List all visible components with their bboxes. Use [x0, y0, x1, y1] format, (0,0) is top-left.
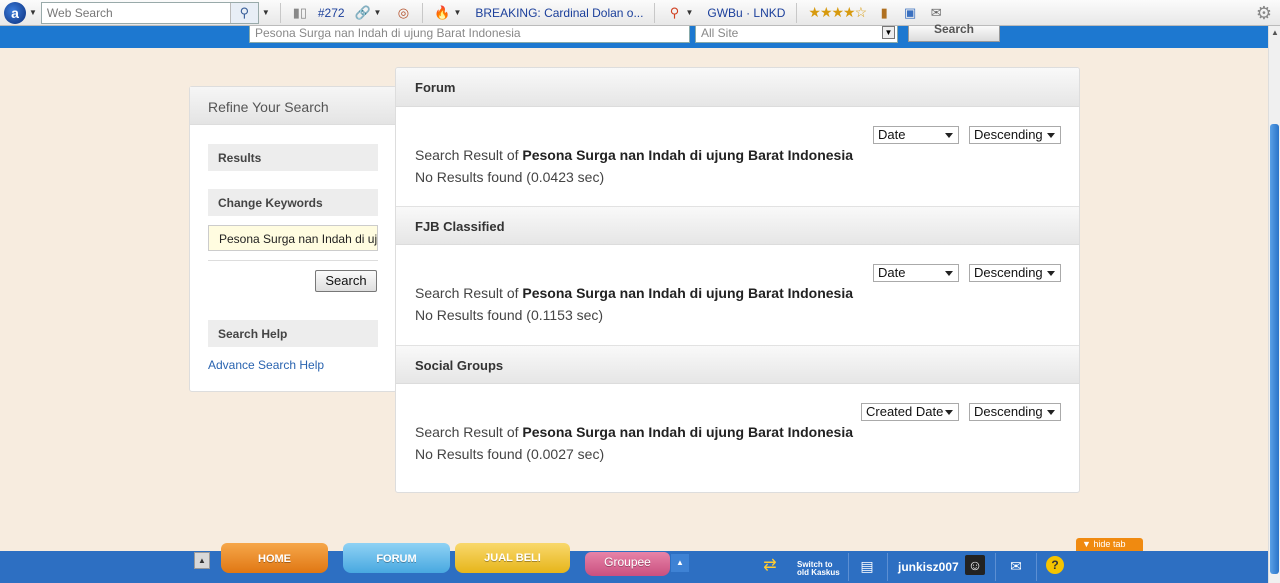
count-link[interactable]: #272	[318, 6, 345, 20]
scroll-thumb[interactable]	[1270, 124, 1279, 574]
divider	[422, 2, 424, 23]
link-icon[interactable]: 🔗 ▼	[354, 5, 386, 21]
no-results-status: No Results found (0.1153 sec)	[415, 307, 604, 323]
username[interactable]: junkisz007	[898, 560, 959, 574]
mail-icon[interactable]: ✉	[928, 5, 944, 21]
tab-home[interactable]: HOME	[221, 543, 328, 573]
chevron-down-icon	[945, 271, 953, 276]
collapse-arrow-icon[interactable]: ▲	[194, 552, 210, 569]
divider	[887, 553, 888, 581]
tab-forum[interactable]: FORUM	[343, 543, 450, 573]
switch-kaskus-icon[interactable]: ⇄	[748, 553, 792, 577]
advance-search-help-link[interactable]: Advance Search Help	[208, 358, 324, 372]
refine-search-button[interactable]: Search	[315, 270, 377, 292]
gear-icon[interactable]: ⚙	[1256, 3, 1272, 24]
notes-icon[interactable]: ▤	[858, 557, 876, 575]
medal-icon[interactable]: ◎	[395, 5, 411, 21]
sort-by-select[interactable]: Date	[873, 126, 959, 144]
social-groups-section: Social Groups Created Date Descending Se…	[396, 345, 1079, 462]
refine-panel: Refine Your Search Results Change Keywor…	[189, 86, 397, 392]
search-result-line: Search Result of Pesona Surga nan Indah …	[415, 147, 853, 163]
web-search-input[interactable]: Web Search ⚲	[40, 1, 259, 24]
divider	[995, 553, 996, 581]
fjb-classified-section: FJB Classified Date Descending Search Re…	[396, 206, 1079, 323]
chevron-down-icon	[1047, 410, 1055, 415]
hide-tab-button[interactable]: ▼ hide tab	[1076, 538, 1143, 551]
breaking-news-link[interactable]: BREAKING: Cardinal Dolan o...	[475, 6, 643, 20]
avatar[interactable]: ☺	[965, 555, 985, 575]
mail-icon[interactable]: ✉	[1007, 557, 1025, 575]
tab-jual-beli[interactable]: JUAL BELI	[455, 543, 570, 573]
no-results-status: No Results found (0.0027 sec)	[415, 446, 605, 462]
order-select[interactable]: Descending	[969, 126, 1061, 144]
results-label: Results	[208, 144, 378, 171]
divider	[796, 2, 798, 23]
chevron-down-icon	[945, 133, 953, 138]
browser-toolbar: a ▼ Web Search ⚲ ▼ ▮▯ #272 🔗 ▼ ◎ 🔥 ▼ BREAK…	[0, 0, 1280, 26]
switch-old-kaskus-link[interactable]: Switch to old Kaskus	[797, 561, 840, 577]
chevron-down-icon	[1047, 271, 1055, 276]
rating-stars-icon[interactable]: ★★★★☆	[808, 4, 867, 21]
sort-by-select[interactable]: Date	[873, 264, 959, 282]
divider	[279, 2, 281, 23]
chevron-down-icon	[945, 410, 953, 415]
lookup-icon[interactable]: ⚲ ▼	[666, 5, 697, 21]
change-keywords-label: Change Keywords	[208, 189, 378, 216]
section-title: FJB Classified	[396, 206, 1079, 245]
search-result-line: Search Result of Pesona Surga nan Indah …	[415, 424, 853, 440]
help-icon[interactable]: ?	[1046, 556, 1064, 574]
divider	[848, 553, 849, 581]
header-search-button[interactable]: Search	[908, 23, 1000, 42]
fire-icon[interactable]: 🔥 ▼	[434, 5, 465, 21]
chevron-down-icon: ▼	[882, 26, 895, 39]
search-result-line: Search Result of Pesona Surga nan Indah …	[415, 285, 853, 301]
order-select[interactable]: Descending	[969, 403, 1061, 421]
refine-title: Refine Your Search	[190, 87, 396, 125]
clipboard-icon[interactable]: ▣	[902, 5, 918, 21]
forum-section: Forum Date Descending Search Result of P…	[396, 68, 1079, 185]
section-title: Social Groups	[396, 345, 1079, 384]
ask-logo-icon[interactable]: a	[4, 1, 26, 24]
divider	[1036, 553, 1037, 581]
chevron-down-icon[interactable]: ▼	[262, 8, 270, 17]
sort-by-select[interactable]: Created Date	[861, 403, 959, 421]
bookmark-icon[interactable]: ▮	[876, 5, 892, 21]
scroll-up-icon[interactable]: ▲	[1271, 28, 1279, 37]
keyword-input[interactable]: Pesona Surga nan Indah di ujung Barat In…	[208, 225, 378, 251]
search-icon[interactable]: ⚲	[229, 2, 258, 23]
header-search-input[interactable]: Pesona Surga nan Indah di ujung Barat In…	[249, 26, 690, 43]
chevron-down-icon[interactable]: ▼	[29, 8, 37, 17]
chevron-down-icon	[1047, 133, 1055, 138]
divider	[208, 260, 378, 261]
stats-icon[interactable]: ▮▯	[292, 5, 308, 21]
divider	[654, 2, 656, 23]
section-title: Forum	[396, 68, 1079, 107]
page-scrollbar[interactable]: ▲	[1268, 26, 1280, 583]
no-results-status: No Results found (0.0423 sec)	[415, 169, 605, 185]
order-select[interactable]: Descending	[969, 264, 1061, 282]
search-help-label: Search Help	[208, 320, 378, 347]
stock-ticker-link[interactable]: GWBu · LNKD	[707, 6, 785, 20]
chevron-up-icon[interactable]: ▲	[671, 554, 689, 572]
tab-groupee[interactable]: Groupee	[585, 552, 670, 576]
results-panel: Forum Date Descending Search Result of P…	[395, 67, 1080, 493]
site-select[interactable]: All Site ▼	[695, 26, 898, 43]
